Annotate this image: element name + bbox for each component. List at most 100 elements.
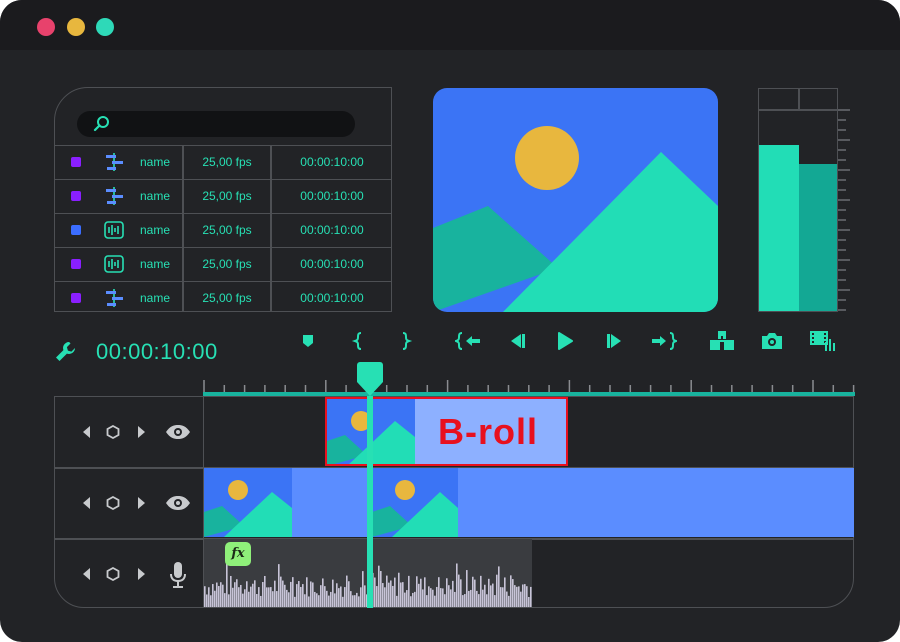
media-row[interactable]: name 25,00 fps 00:00:10:00 [55, 145, 391, 179]
waveform-bar [290, 581, 292, 607]
waveform-bar [270, 587, 272, 607]
track-prev-icon[interactable] [83, 426, 91, 438]
waveform-bar [268, 587, 270, 607]
track-next-icon[interactable] [137, 568, 145, 580]
waveform-bar [364, 585, 366, 607]
waveform-bar [302, 584, 304, 607]
waveform-bar [246, 581, 248, 607]
waveform-bar [354, 595, 356, 607]
waveform-bar [248, 591, 250, 607]
waveform-bar [496, 574, 498, 607]
go-to-out-button[interactable] [649, 328, 680, 354]
clip-duration: 00:00:10:00 [300, 257, 364, 271]
track-prev-icon[interactable] [83, 497, 91, 509]
minimize-window-button[interactable] [67, 18, 85, 36]
waveform-bar [256, 594, 258, 607]
waveform-bar [426, 595, 428, 607]
media-row[interactable]: name 25,00 fps 00:00:10:00 [55, 213, 391, 247]
audio-wave-icon [104, 221, 124, 239]
eye-icon[interactable] [165, 495, 191, 511]
mark-out-button[interactable] [392, 328, 418, 354]
sliders-icon [106, 153, 123, 171]
waveform-bar [446, 578, 448, 607]
waveform-bar [434, 595, 436, 607]
step-forward-button[interactable] [602, 328, 628, 354]
snapshot-button[interactable] [759, 328, 785, 354]
color-label [71, 259, 81, 269]
waveform-bar [240, 584, 242, 607]
media-row[interactable]: name 25,00 fps 00:00:10:00 [55, 281, 391, 311]
sliders-icon [106, 187, 123, 205]
waveform-bar [458, 574, 460, 607]
waveform-bar [282, 580, 284, 607]
waveform-bar [250, 586, 252, 607]
marker-button[interactable] [295, 328, 321, 354]
waveform-bar [464, 594, 466, 607]
eye-icon[interactable] [165, 424, 191, 440]
close-window-button[interactable] [37, 18, 55, 36]
timecode-display: 00:00:10:00 [96, 339, 218, 364]
waveform-bar [424, 577, 426, 607]
go-to-in-icon [452, 332, 480, 350]
waveform-bar [400, 582, 402, 607]
keyframe-icon[interactable] [106, 496, 120, 510]
track-prev-icon[interactable] [83, 568, 91, 580]
waveform-bar [214, 590, 216, 607]
waveform-bar [386, 575, 388, 607]
track-next-icon[interactable] [137, 426, 145, 438]
waveform-bar [416, 576, 418, 607]
mark-in-button[interactable] [346, 328, 372, 354]
search-field[interactable] [77, 111, 355, 137]
clip-name: name [139, 155, 171, 169]
waveform-bar [514, 585, 516, 607]
step-back-icon [511, 334, 525, 348]
keyframe-icon[interactable] [106, 425, 120, 439]
wrench-icon[interactable] [54, 340, 78, 364]
playhead-handle[interactable] [357, 362, 383, 396]
waveform-bar [342, 596, 344, 607]
search-icon [93, 116, 109, 132]
color-label [71, 225, 81, 235]
microphone-icon[interactable] [170, 561, 186, 589]
waveform-bar [468, 590, 470, 607]
waveform-bar [224, 593, 226, 607]
waveform-bar [492, 583, 494, 607]
waveform-bar [406, 590, 408, 607]
waveform-bar [470, 589, 472, 607]
media-row[interactable]: name 25,00 fps 00:00:10:00 [55, 179, 391, 213]
waveform-bar [204, 586, 206, 607]
waveform-bar [440, 588, 442, 607]
waveform-bar [254, 580, 256, 607]
keyframe-icon[interactable] [106, 567, 120, 581]
waveform-bar [516, 586, 518, 607]
waveform-bar [360, 587, 362, 607]
go-to-in-button[interactable] [452, 328, 481, 354]
waveform-bar [438, 577, 440, 607]
b-roll-label: B-roll [438, 411, 538, 452]
maximize-window-button[interactable] [96, 18, 114, 36]
track-next-icon[interactable] [137, 497, 145, 509]
playhead-line[interactable] [367, 396, 373, 608]
title-bar [0, 0, 900, 50]
waveform-bar [324, 586, 326, 607]
waveform-bar [408, 575, 410, 607]
image-placeholder-icon [204, 468, 292, 537]
fx-badge[interactable]: fx [225, 542, 251, 566]
clip-duration: 00:00:10:00 [300, 291, 364, 305]
film-settings-button[interactable] [808, 328, 835, 354]
waveform-bar [286, 589, 288, 607]
meter-channel-left [759, 145, 799, 311]
media-row[interactable]: name 25,00 fps 00:00:10:00 [55, 247, 391, 281]
waveform-bar [390, 580, 392, 607]
video-preview[interactable] [433, 88, 718, 312]
waveform-bar [300, 586, 302, 607]
timeline-ruler[interactable] [203, 378, 855, 398]
video-clip-main[interactable] [204, 468, 854, 537]
waveform-bar [346, 575, 348, 607]
waveform-bar [276, 591, 278, 607]
step-back-button[interactable] [504, 328, 530, 354]
clip-duration: 00:00:10:00 [300, 155, 364, 169]
waveform-bar [502, 587, 504, 607]
overwrite-button[interactable] [708, 328, 734, 354]
play-button[interactable] [552, 328, 578, 354]
